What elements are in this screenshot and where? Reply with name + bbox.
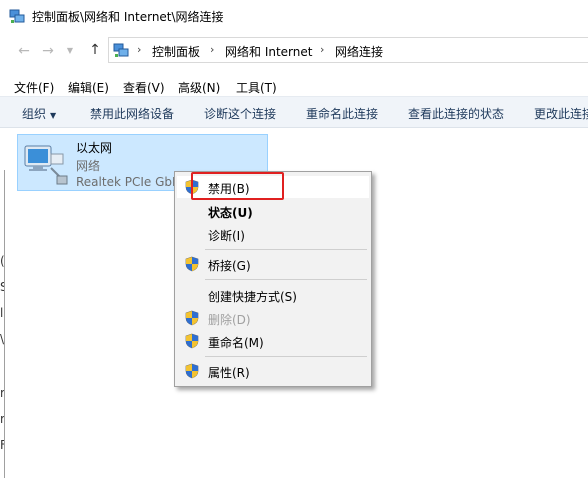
menu-view[interactable]: 查看(V) [123, 79, 165, 96]
menu-edit[interactable]: 编辑(E) [68, 79, 109, 96]
menu-item-bridge[interactable]: 桥接(G) [177, 253, 369, 275]
left-edge-text: r [0, 386, 4, 400]
left-edge-text: F [0, 438, 4, 452]
menu-item-label: 创建快捷方式(S) [208, 290, 297, 304]
menu-separator [205, 279, 367, 280]
menu-item-rename[interactable]: 重命名(M) [177, 330, 369, 352]
uac-shield-icon [185, 333, 199, 349]
left-edge-text: r [0, 412, 4, 426]
highlight-annotation-box [191, 172, 284, 200]
context-menu: 禁用(B) 状态(U) 诊断(I) 桥接(G) 创建快捷方式(S) 删除(D) [174, 171, 372, 387]
command-bar: 组织▼ 禁用此网络设备 诊断这个连接 重命名此连接 查看此连接的状态 更改此连接 [0, 96, 588, 128]
menu-item-diagnose[interactable]: 诊断(I) [177, 223, 369, 245]
address-bar[interactable]: › 控制面板 › 网络和 Internet › 网络连接 [108, 37, 588, 63]
menu-separator [205, 356, 367, 357]
view-status-button[interactable]: 查看此连接的状态 [408, 105, 504, 122]
disable-device-button[interactable]: 禁用此网络设备 [90, 105, 174, 122]
organize-label: 组织 [22, 107, 47, 121]
menu-item-status[interactable]: 状态(U) [177, 200, 369, 222]
left-edge-text: \ [0, 332, 4, 346]
breadcrumb-control-panel[interactable]: 控制面板 [152, 43, 200, 60]
title-bar: 控制面板\网络和 Internet\网络连接 [0, 0, 588, 32]
connection-name: 以太网 [76, 141, 113, 155]
arrow-right-icon[interactable]: → [40, 43, 56, 59]
control-panel-icon [113, 43, 129, 57]
breadcrumb-separator: › [137, 43, 142, 56]
uac-shield-icon [185, 363, 199, 379]
menu-item-properties[interactable]: 属性(R) [177, 360, 369, 382]
diagnose-connection-button[interactable]: 诊断这个连接 [204, 105, 276, 122]
network-connections-icon [9, 9, 25, 23]
menu-bar: 文件(F) 编辑(E) 查看(V) 高级(N) 工具(T) [0, 74, 588, 96]
menu-item-label: 属性(R) [208, 366, 250, 380]
left-edge-text: ( [0, 254, 4, 268]
left-edge-text: l [0, 306, 4, 320]
change-settings-button[interactable]: 更改此连接 [534, 105, 588, 122]
menu-item-label: 诊断(I) [208, 229, 245, 243]
organize-button[interactable]: 组织 ▼ [22, 105, 56, 122]
left-window-edge [0, 170, 5, 478]
left-edge-text: S [0, 280, 4, 294]
ethernet-adapter-icon [24, 145, 68, 185]
menu-item-create-shortcut[interactable]: 创建快捷方式(S) [177, 284, 369, 306]
menu-item-label: 状态(U) [208, 206, 253, 220]
breadcrumb-separator: › [320, 43, 325, 56]
menu-advanced[interactable]: 高级(N) [178, 79, 220, 96]
menu-item-label: 删除(D) [208, 313, 251, 327]
arrow-up-icon[interactable]: ↑ [87, 42, 103, 58]
rename-connection-button[interactable]: 重命名此连接 [306, 105, 378, 122]
menu-item-label: 重命名(M) [208, 336, 264, 350]
chevron-down-icon: ▼ [50, 111, 57, 120]
menu-tools[interactable]: 工具(T) [236, 79, 277, 96]
breadcrumb-separator: › [210, 43, 215, 56]
uac-shield-icon [185, 310, 199, 326]
uac-shield-icon [185, 256, 199, 272]
breadcrumb-network-internet[interactable]: 网络和 Internet [225, 43, 312, 60]
menu-item-label: 桥接(G) [208, 259, 251, 273]
menu-file[interactable]: 文件(F) [14, 79, 54, 96]
arrow-left-icon[interactable]: ← [16, 43, 32, 59]
connection-type: 网络 [76, 159, 101, 173]
chevron-down-icon[interactable]: ▼ [62, 43, 78, 59]
menu-item-delete[interactable]: 删除(D) [177, 307, 369, 329]
breadcrumb-network-connections[interactable]: 网络连接 [335, 43, 383, 60]
menu-separator [205, 249, 367, 250]
window-title: 控制面板\网络和 Internet\网络连接 [32, 10, 224, 24]
